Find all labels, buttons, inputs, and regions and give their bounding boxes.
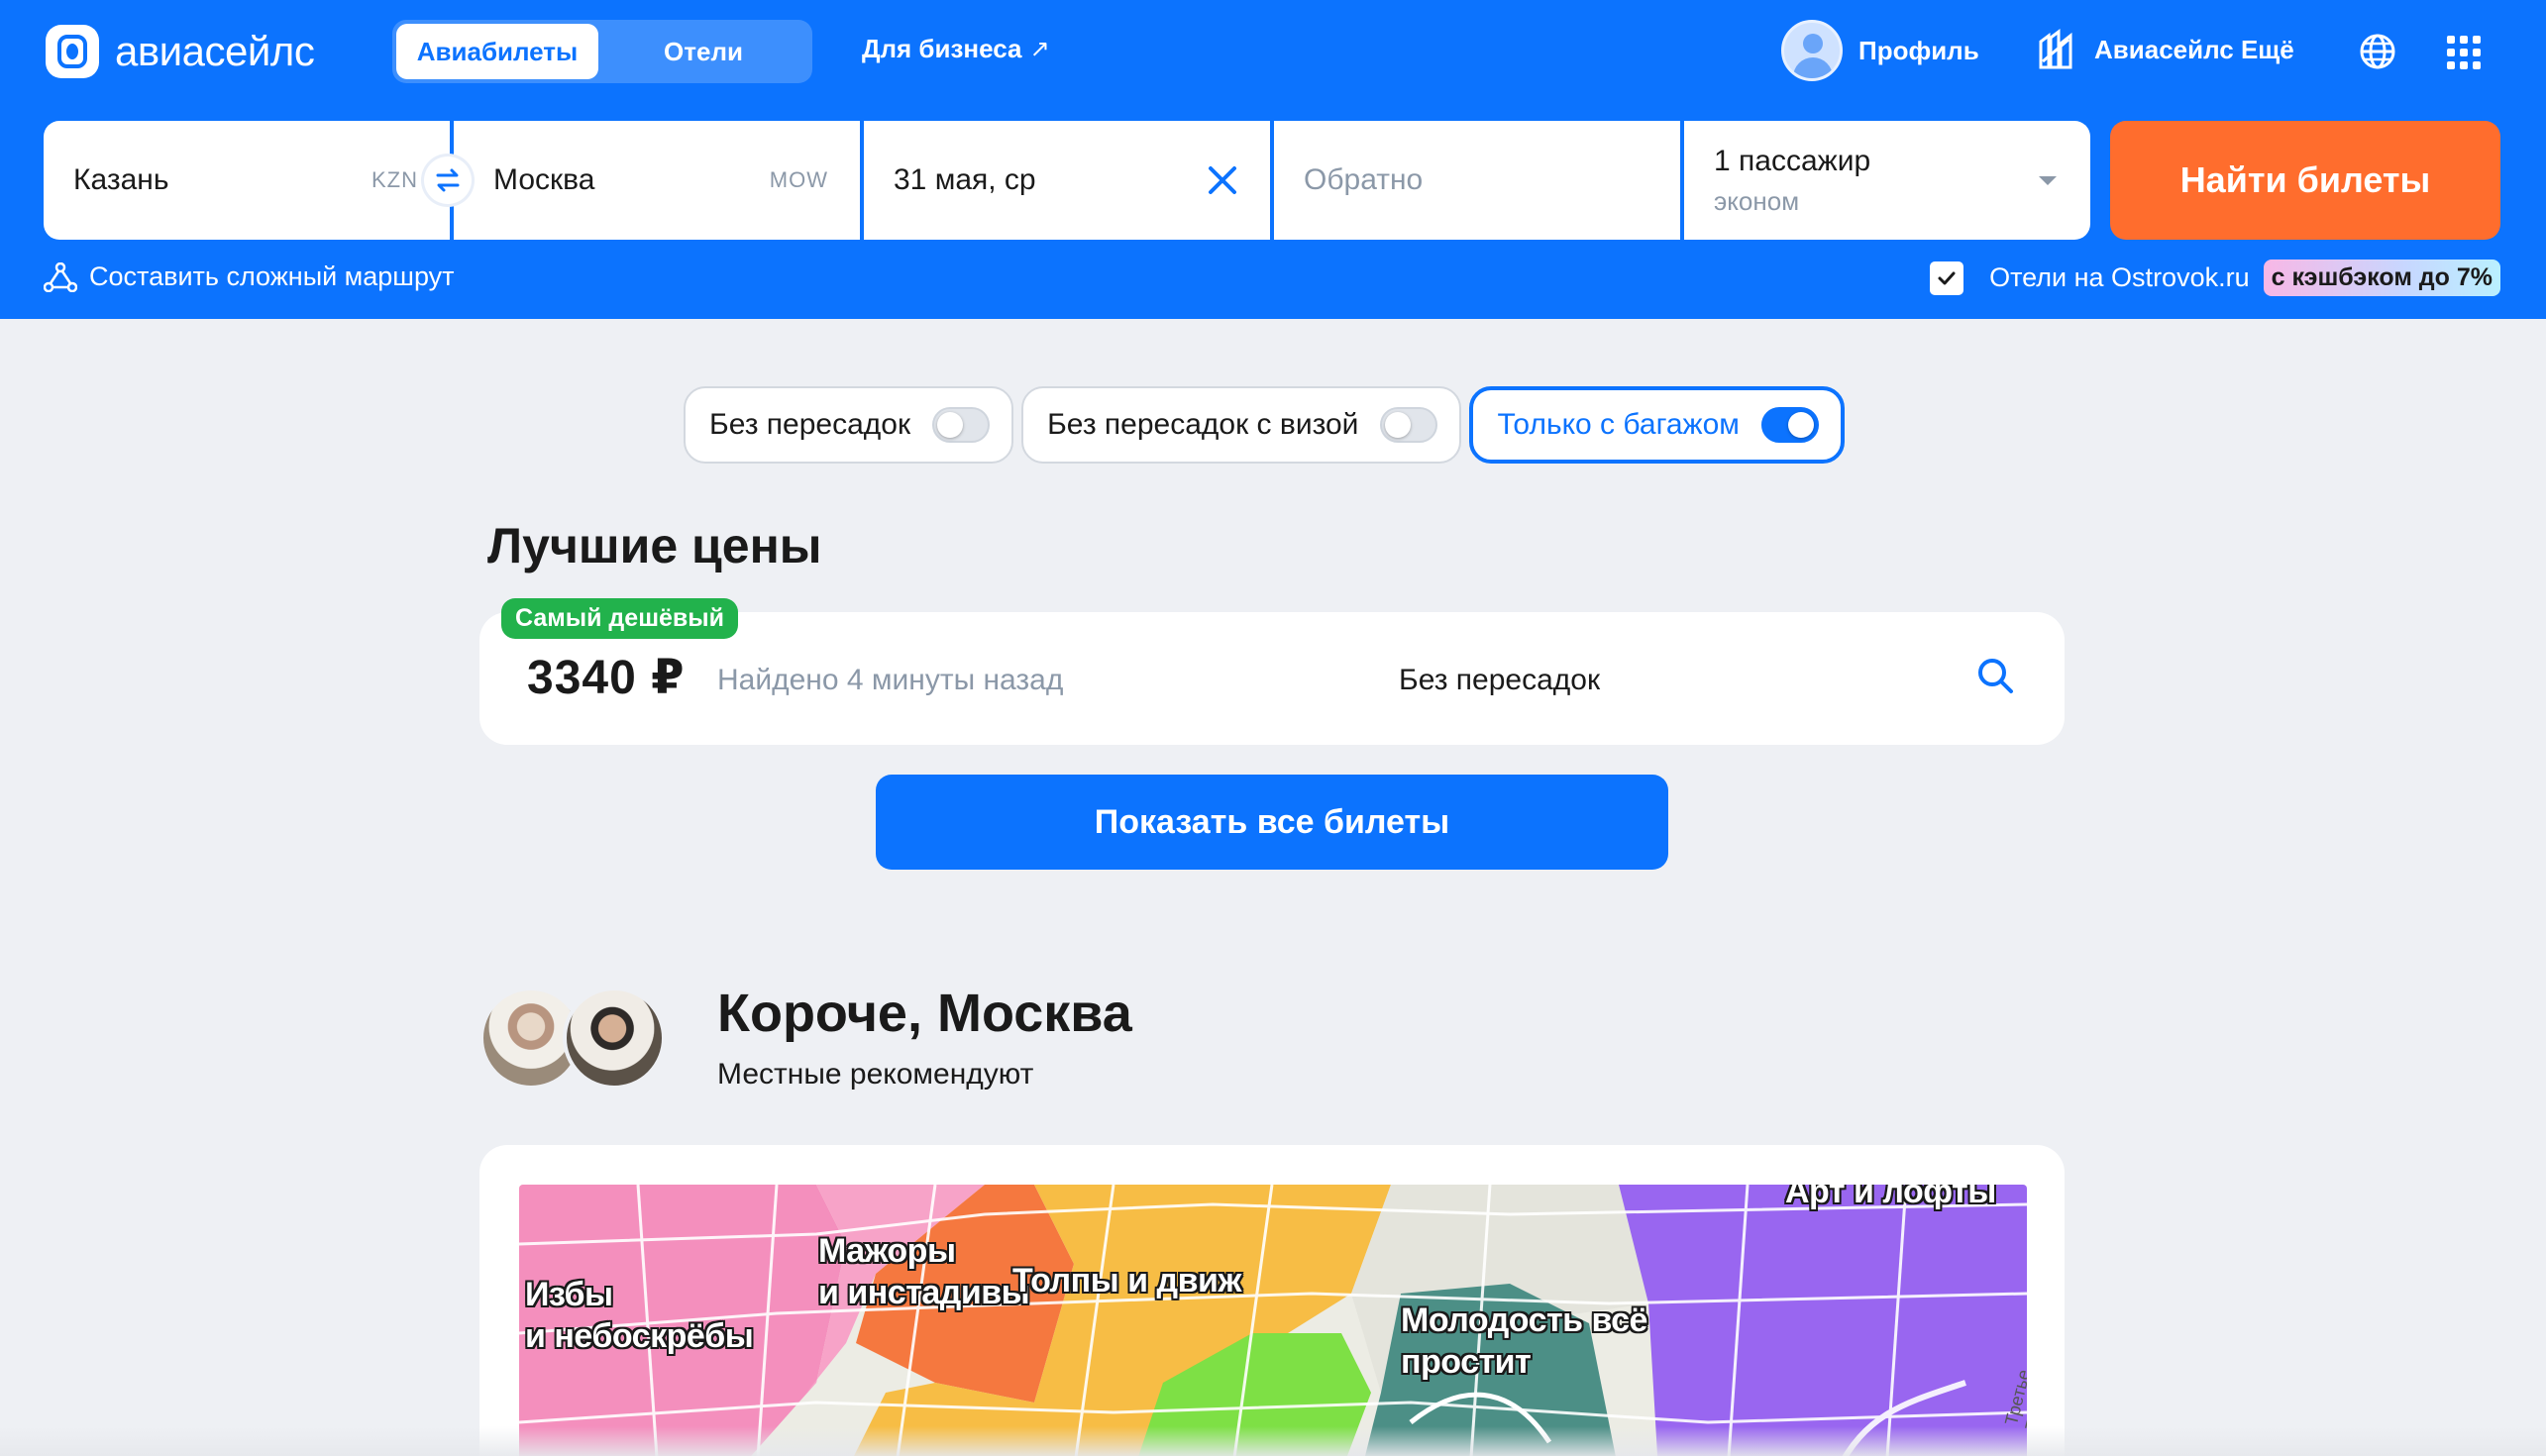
checkmark-icon	[1938, 271, 1956, 284]
product-switcher: Авиабилеты Отели	[392, 20, 812, 83]
tab-flights[interactable]: Авиабилеты	[396, 24, 598, 79]
business-link-label: Для бизнеса	[862, 34, 1022, 63]
cabin-class: эконом	[1714, 185, 1800, 216]
profile-label: Профиль	[1858, 35, 1979, 65]
show-all-tickets-button[interactable]: Показать все билеты	[876, 775, 1668, 870]
filter-baggage-label: Только с багажом	[1497, 408, 1740, 441]
filter-baggage[interactable]: Только с багажом	[1469, 386, 1845, 464]
passengers-field[interactable]: 1 пассажир эконом	[1684, 121, 2090, 240]
logo[interactable]: авиасейлс	[46, 24, 315, 79]
external-arrow-icon: ↗	[1029, 36, 1050, 62]
map-label-izby: Избы и небоскрёбы	[525, 1276, 754, 1355]
origin-code: KZN	[371, 167, 418, 192]
hotels-checkbox[interactable]	[1930, 260, 1964, 295]
cheapest-badge: Самый дешёвый	[501, 598, 739, 639]
hotels-checkbox-label: Отели на Ostrovok.ru	[1989, 262, 2250, 292]
chevron-down-icon	[2039, 176, 2057, 185]
city-guide-title: Короче, Москва	[717, 984, 1132, 1043]
districts-map[interactable]: Избы и небоскрёбы Мажоры и инстадивы Тол…	[519, 1185, 2027, 1456]
filter-direct-visa-toggle[interactable]	[1380, 407, 1438, 443]
map-label-mazhory: Мажоры и инстадивы	[818, 1232, 1030, 1311]
filter-direct-toggle[interactable]	[932, 407, 991, 443]
depart-date-field[interactable]: 31 мая, ср	[864, 121, 1270, 240]
business-link[interactable]: Для бизнеса ↗	[862, 34, 1050, 64]
filter-baggage-toggle[interactable]	[1760, 407, 1819, 443]
map-label-art: Арт и лофты	[1785, 1185, 1996, 1210]
origin-field[interactable]: Казань KZN	[44, 121, 450, 240]
swap-arrows-icon	[436, 168, 460, 192]
hotels-option: Отели на Ostrovok.ru с кэшбэком до 7%	[1930, 260, 2500, 296]
top-navigation: авиасейлс Авиабилеты Отели Для бизнеса ↗…	[0, 0, 2546, 103]
aviasales-more-label: Авиасейлс Ещё	[2094, 34, 2294, 64]
city-map-card: Избы и небоскрёбы Мажоры и инстадивы Тол…	[479, 1145, 2065, 1456]
city-guide-subtitle: Местные рекомендуют	[717, 1058, 1034, 1091]
logo-icon	[46, 25, 99, 78]
logo-text: авиасейлс	[115, 28, 315, 74]
return-date-placeholder: Обратно	[1304, 163, 1424, 196]
swap-cities-button[interactable]	[424, 156, 472, 204]
filter-direct-visa-label: Без пересадок с визой	[1047, 408, 1359, 441]
filter-direct-visa[interactable]: Без пересадок с визой	[1021, 386, 1462, 464]
local-experts-avatars	[479, 987, 668, 1092]
cashback-badge: с кэшбэком до 7%	[2263, 260, 2500, 296]
complex-route-link[interactable]: Составить сложный маршрут	[44, 261, 455, 292]
filter-direct-label: Без пересадок	[709, 408, 911, 441]
map-label-tolpy: Толпы и движ	[1012, 1262, 1242, 1300]
origin-city: Казань	[73, 163, 169, 196]
profile-button[interactable]: Профиль	[1781, 20, 1979, 81]
person-icon	[1781, 20, 1843, 81]
return-date-field[interactable]: Обратно	[1274, 121, 1680, 240]
found-time: Найдено 4 минуты назад	[717, 664, 1064, 696]
apps-grid-icon[interactable]	[2447, 36, 2481, 69]
clear-date-icon[interactable]	[1203, 160, 1242, 200]
complex-route-label: Составить сложный маршрут	[89, 261, 455, 291]
map-label-molodost: Молодость всё простит	[1401, 1301, 1647, 1381]
passengers-count: 1 пассажир	[1714, 144, 1871, 177]
best-prices-title: Лучшие цены	[487, 518, 822, 573]
search-icon[interactable]	[1973, 654, 2019, 699]
aviasales-more-button[interactable]: Авиасейлс Ещё	[2037, 28, 2294, 71]
ticket-price: 3340 ₽	[527, 652, 686, 704]
tab-hotels[interactable]: Отели	[598, 24, 808, 79]
find-tickets-button[interactable]: Найти билеты	[2110, 121, 2500, 240]
destination-field[interactable]: Москва MOW	[454, 121, 860, 240]
route-icon	[44, 261, 77, 292]
depart-date-value: 31 мая, ср	[894, 163, 1036, 196]
globe-icon[interactable]	[2358, 32, 2397, 71]
destination-code: MOW	[769, 167, 828, 192]
header: авиасейлс Авиабилеты Отели Для бизнеса ↗…	[0, 0, 2546, 319]
aviasales-more-icon	[2039, 29, 2072, 69]
filter-chips: Без пересадок Без пересадок с визой Толь…	[684, 386, 1853, 464]
destination-city: Москва	[493, 163, 595, 196]
stops-info: Без пересадок	[1399, 664, 1601, 696]
avatar	[563, 987, 666, 1090]
filter-direct[interactable]: Без пересадок	[684, 386, 1014, 464]
search-form: Казань KZN Москва MOW 31 мая, ср Обратно…	[44, 121, 2090, 240]
